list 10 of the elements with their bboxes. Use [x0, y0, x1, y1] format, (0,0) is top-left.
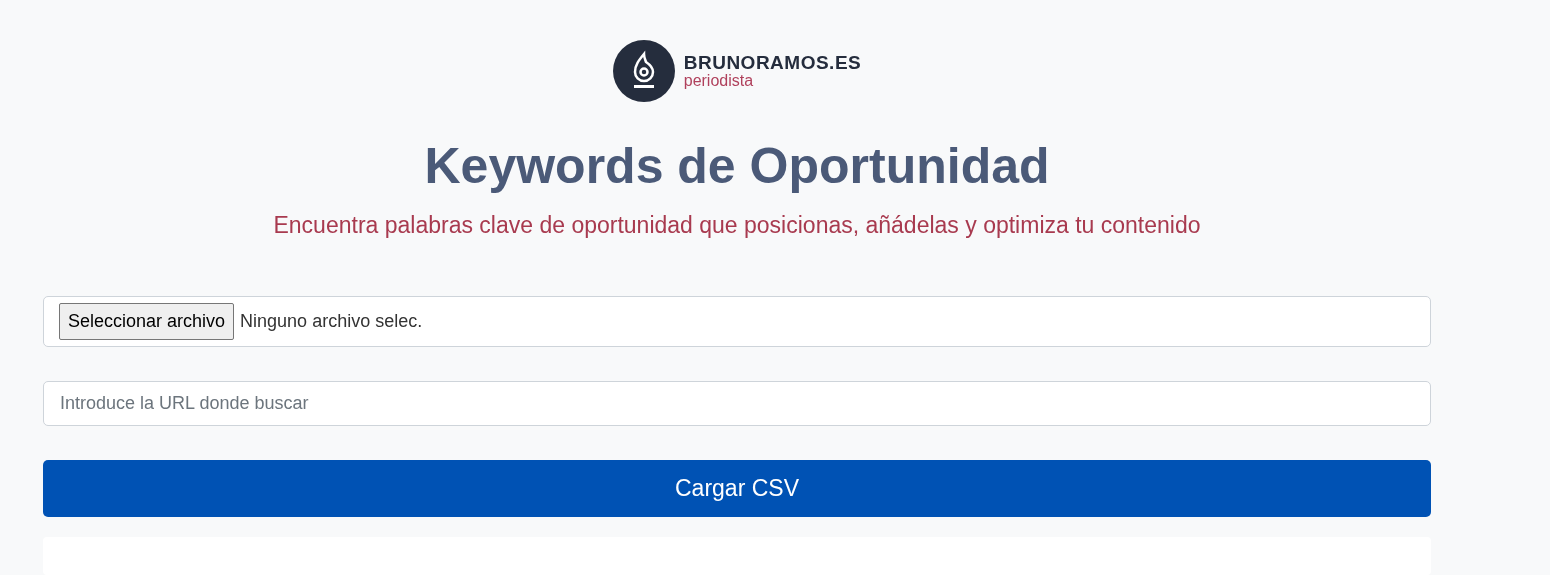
load-csv-button[interactable]: Cargar CSV: [43, 459, 1431, 517]
file-status: Ninguno archivo selec.: [240, 309, 423, 333]
choose-file-button[interactable]: Seleccionar archivo: [59, 302, 235, 340]
file-input[interactable]: Seleccionar archivo Ninguno archivo selec.: [43, 295, 1431, 347]
logo-tagline: periodista: [683, 73, 755, 89]
page-subtitle: Encuentra palabras clave de oportunidad que posicionas, añádelas y optimiza tu contenido: [272, 211, 1202, 240]
logo-icon: [612, 40, 675, 102]
url-field[interactable]: Introduce la URL donde buscar: [43, 380, 1431, 426]
page-title: Keywords de Oportunidad: [423, 137, 1051, 196]
logo-name: BRUNORAMOS.ES: [683, 53, 862, 72]
